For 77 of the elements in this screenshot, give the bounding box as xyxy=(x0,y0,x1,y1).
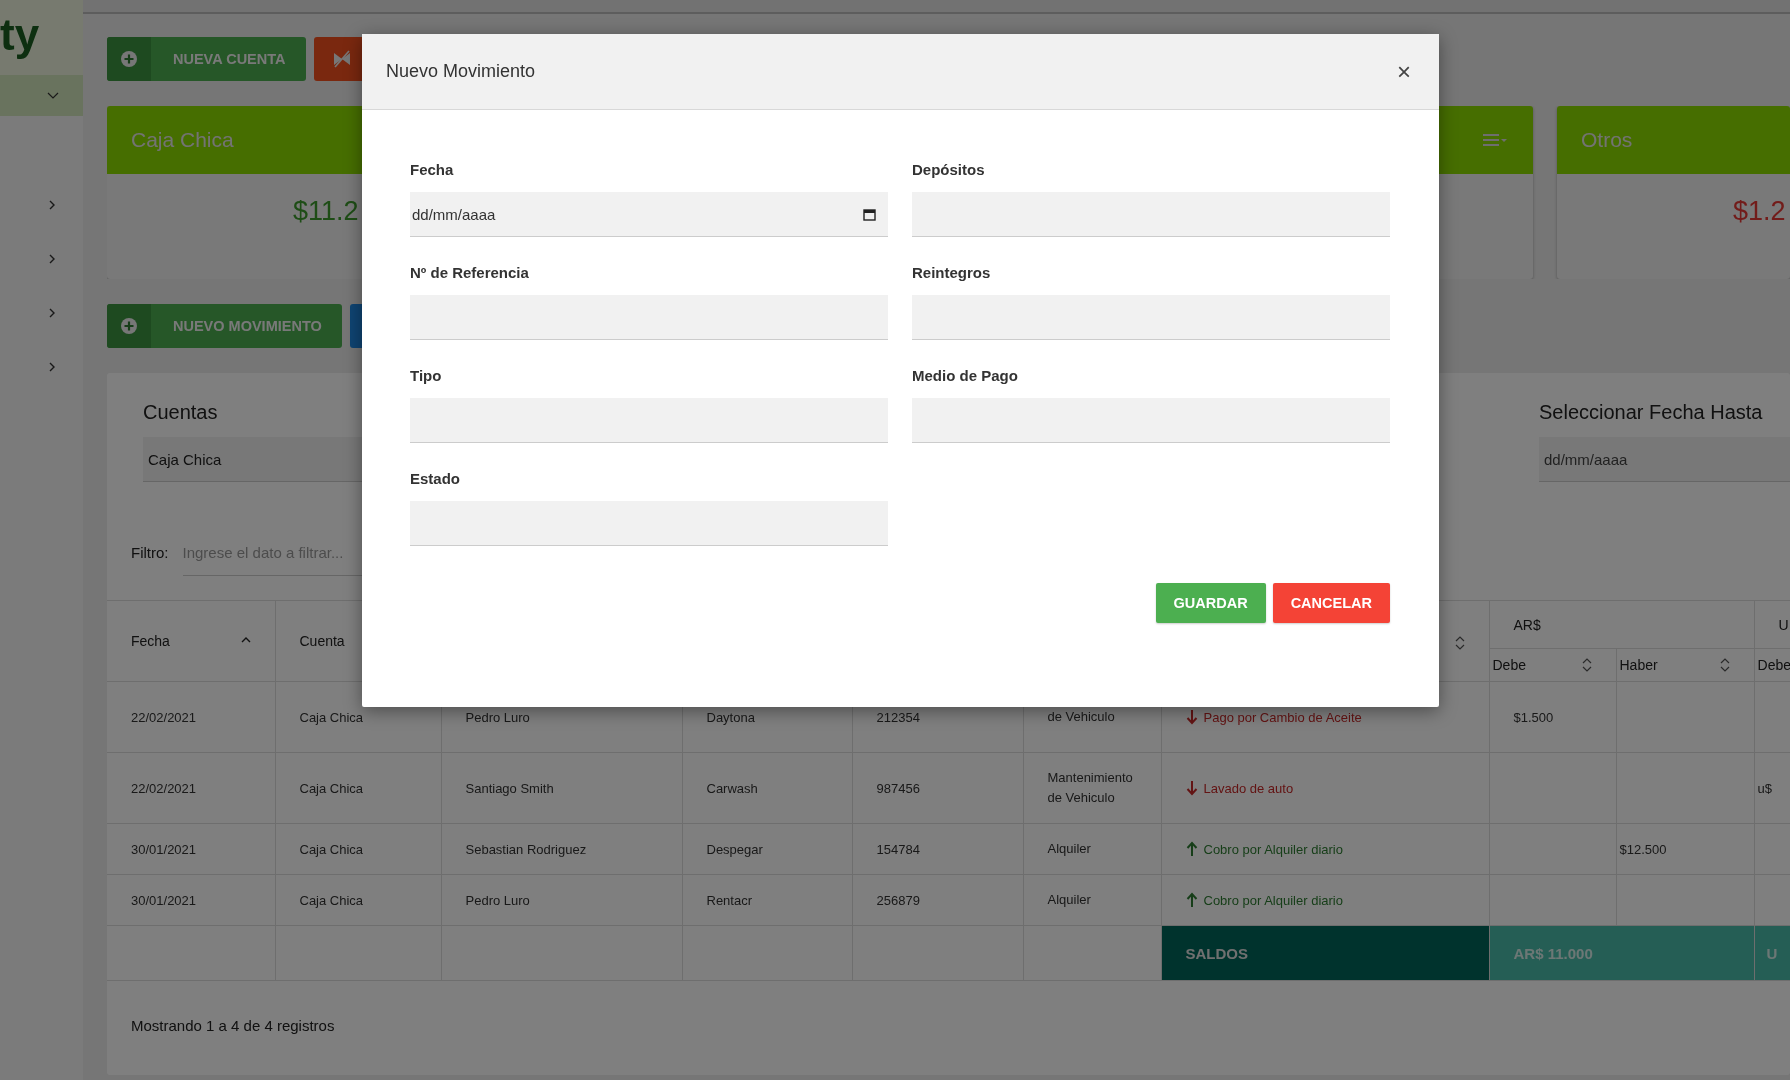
table-cell: $1.500 xyxy=(1513,709,1554,725)
balance-amount: $1.2 xyxy=(1733,196,1786,226)
menu-icon[interactable] xyxy=(1483,133,1507,147)
table-cell: Pedro Luro xyxy=(465,892,530,908)
column-header[interactable]: Haber xyxy=(1616,648,1754,682)
column-header[interactable]: Debe xyxy=(1489,648,1616,682)
field-label: Cuentas xyxy=(143,400,219,424)
table-cell: Pedro Luro xyxy=(465,709,530,725)
table-cell: 30/01/2021 xyxy=(131,841,197,857)
table-cell-text: Mantenimiento de Vehiculo xyxy=(1047,769,1134,807)
input-field[interactable] xyxy=(410,398,888,443)
table-cell: 154784 xyxy=(876,841,920,857)
plus-icon xyxy=(120,317,138,335)
sort-up-icon xyxy=(240,636,251,644)
field-label: Fecha xyxy=(410,160,455,180)
table-cell: Caja Chica xyxy=(299,841,364,857)
table-cell: Despegar xyxy=(706,841,763,857)
table-cell: 30/01/2021 xyxy=(131,892,197,908)
table-cell: Cobro por Alquiler diario xyxy=(1203,841,1343,857)
filter-label: Filtro: xyxy=(131,544,169,561)
field-label: Nº de Referencia xyxy=(410,263,530,283)
table-cell: Carwash xyxy=(706,780,758,796)
save-button[interactable]: GUARDAR xyxy=(1155,583,1266,623)
sort-icon xyxy=(1454,635,1465,650)
field-label: Tipo xyxy=(410,366,443,386)
table-cell-text: Alquiler xyxy=(1047,840,1092,858)
field-label: Depósitos xyxy=(912,160,986,180)
logo-text: ty xyxy=(0,12,40,57)
input-field[interactable] xyxy=(410,501,888,546)
plus-icon xyxy=(120,50,138,68)
total-amount: U xyxy=(1754,925,1790,981)
close-button[interactable]: × xyxy=(1393,59,1415,84)
card-title: Otros xyxy=(1581,128,1633,152)
column-header[interactable]: Fecha xyxy=(107,600,275,682)
balance-amount: $11.2 xyxy=(293,196,359,226)
table-cell: Santiago Smith xyxy=(465,780,554,796)
table-cell: Daytona xyxy=(706,709,755,725)
table-cell: Cobro por Alquiler diario xyxy=(1203,892,1343,908)
table-cell-text: Alquiler xyxy=(1047,891,1092,909)
input-field[interactable] xyxy=(912,192,1390,237)
table-cell: Caja Chica xyxy=(299,709,364,725)
table-cell: 987456 xyxy=(876,780,920,796)
table-cell: $12.500 xyxy=(1619,841,1667,857)
table-cell: u$ xyxy=(1757,780,1772,796)
modal-title: Nuevo Movimiento xyxy=(386,61,536,82)
sort-icon xyxy=(1719,658,1730,672)
column-group-header: U xyxy=(1754,600,1790,649)
sort-icon xyxy=(1581,658,1592,672)
table-cell: 22/02/2021 xyxy=(131,780,197,796)
input-field[interactable] xyxy=(912,398,1390,443)
crossed-out-icon xyxy=(331,50,352,68)
input-field[interactable] xyxy=(410,295,888,340)
cancel-button[interactable]: CANCELAR xyxy=(1272,583,1390,623)
chevron-down-icon xyxy=(47,91,59,100)
table-cell: Rentacr xyxy=(706,892,753,908)
date-field[interactable]: dd/mm/aaaa xyxy=(410,192,888,237)
date-field[interactable]: dd/mm/aaaa xyxy=(1539,437,1790,482)
table-cell: 212354 xyxy=(876,709,920,725)
total-amount: AR$ 11.000 xyxy=(1489,925,1754,981)
user-menu-bar[interactable] xyxy=(0,75,83,116)
totals-label: SALDOS xyxy=(1161,925,1489,981)
input-field[interactable] xyxy=(912,295,1390,340)
record-count: Mostrando 1 a 4 de 4 registros xyxy=(131,1017,335,1034)
table-cell: Caja Chica xyxy=(299,892,364,908)
table-cell: 256879 xyxy=(876,892,920,908)
field-label: Seleccionar Fecha Hasta xyxy=(1539,400,1764,424)
table-cell: Caja Chica xyxy=(299,780,364,796)
card-title: Caja Chica xyxy=(131,128,234,152)
table-cell-text: de Vehiculo xyxy=(1047,708,1116,726)
column-group-header: AR$ xyxy=(1489,600,1754,649)
field-label: Medio de Pago xyxy=(912,366,1019,386)
table-cell: Sebastian Rodriguez xyxy=(465,841,587,857)
table-cell: Lavado de auto xyxy=(1203,780,1294,796)
table-cell: Pago por Cambio de Aceite xyxy=(1203,709,1362,725)
field-label: Reintegros xyxy=(912,263,992,283)
calendar-icon xyxy=(863,207,876,221)
table-cell: 22/02/2021 xyxy=(131,709,197,725)
